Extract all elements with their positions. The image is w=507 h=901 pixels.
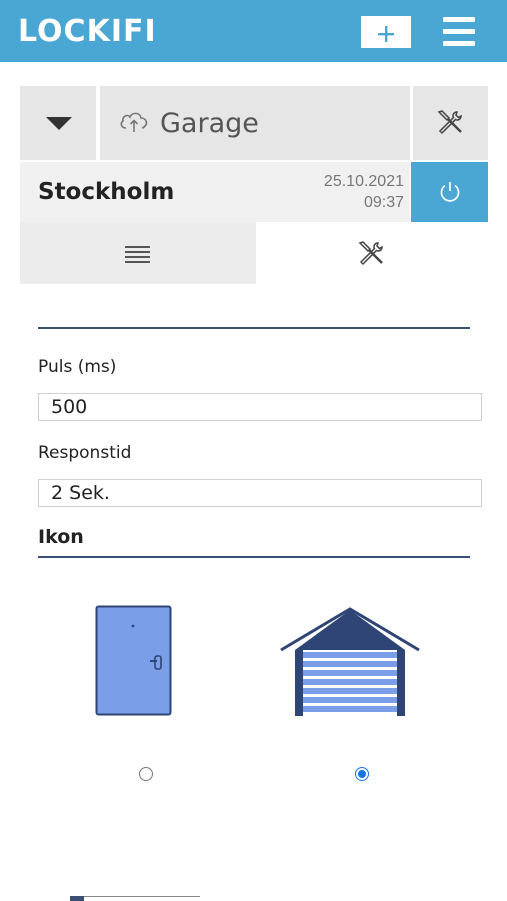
last-update-date: 25.10.2021	[323, 173, 404, 190]
triangle-down-icon	[46, 117, 72, 130]
tools-icon	[358, 241, 383, 266]
location-name: Stockholm	[38, 179, 175, 205]
door-icon[interactable]	[95, 605, 173, 717]
device-settings-button[interactable]	[413, 86, 488, 160]
device-name: Garage	[160, 108, 259, 139]
tab-list[interactable]	[20, 222, 256, 284]
last-update-time: 09:37	[363, 194, 404, 211]
app-logo: LOCKIFI	[18, 14, 157, 49]
top-bar: LOCKIFI	[0, 0, 507, 62]
icon-section-divider	[38, 556, 470, 558]
location-row: Stockholm 25.10.2021 09:37	[20, 162, 410, 222]
device-selector[interactable]: Garage	[100, 86, 410, 160]
icon-section-title: Ikon	[38, 526, 84, 548]
tools-icon	[437, 110, 462, 135]
door-icon-radio[interactable]	[139, 767, 153, 781]
device-dropdown-button[interactable]	[20, 86, 96, 160]
tab-settings[interactable]	[256, 222, 488, 284]
responstid-input[interactable]	[38, 479, 482, 507]
garage-icon-radio[interactable]	[355, 767, 369, 781]
puls-input[interactable]	[38, 393, 482, 421]
puls-label: Puls (ms)	[38, 357, 117, 377]
power-icon	[440, 182, 460, 202]
hamburger-icon	[443, 17, 475, 22]
add-device-button[interactable]	[361, 16, 411, 48]
cloud-upload-icon	[120, 112, 148, 132]
section-divider	[38, 327, 470, 329]
power-button[interactable]	[411, 162, 488, 222]
list-icon	[125, 246, 150, 263]
plus-icon	[378, 26, 394, 42]
next-section-peek	[70, 896, 200, 901]
responstid-label: Responstid	[38, 443, 132, 463]
menu-button[interactable]	[443, 15, 475, 49]
garage-icon[interactable]	[279, 606, 421, 718]
